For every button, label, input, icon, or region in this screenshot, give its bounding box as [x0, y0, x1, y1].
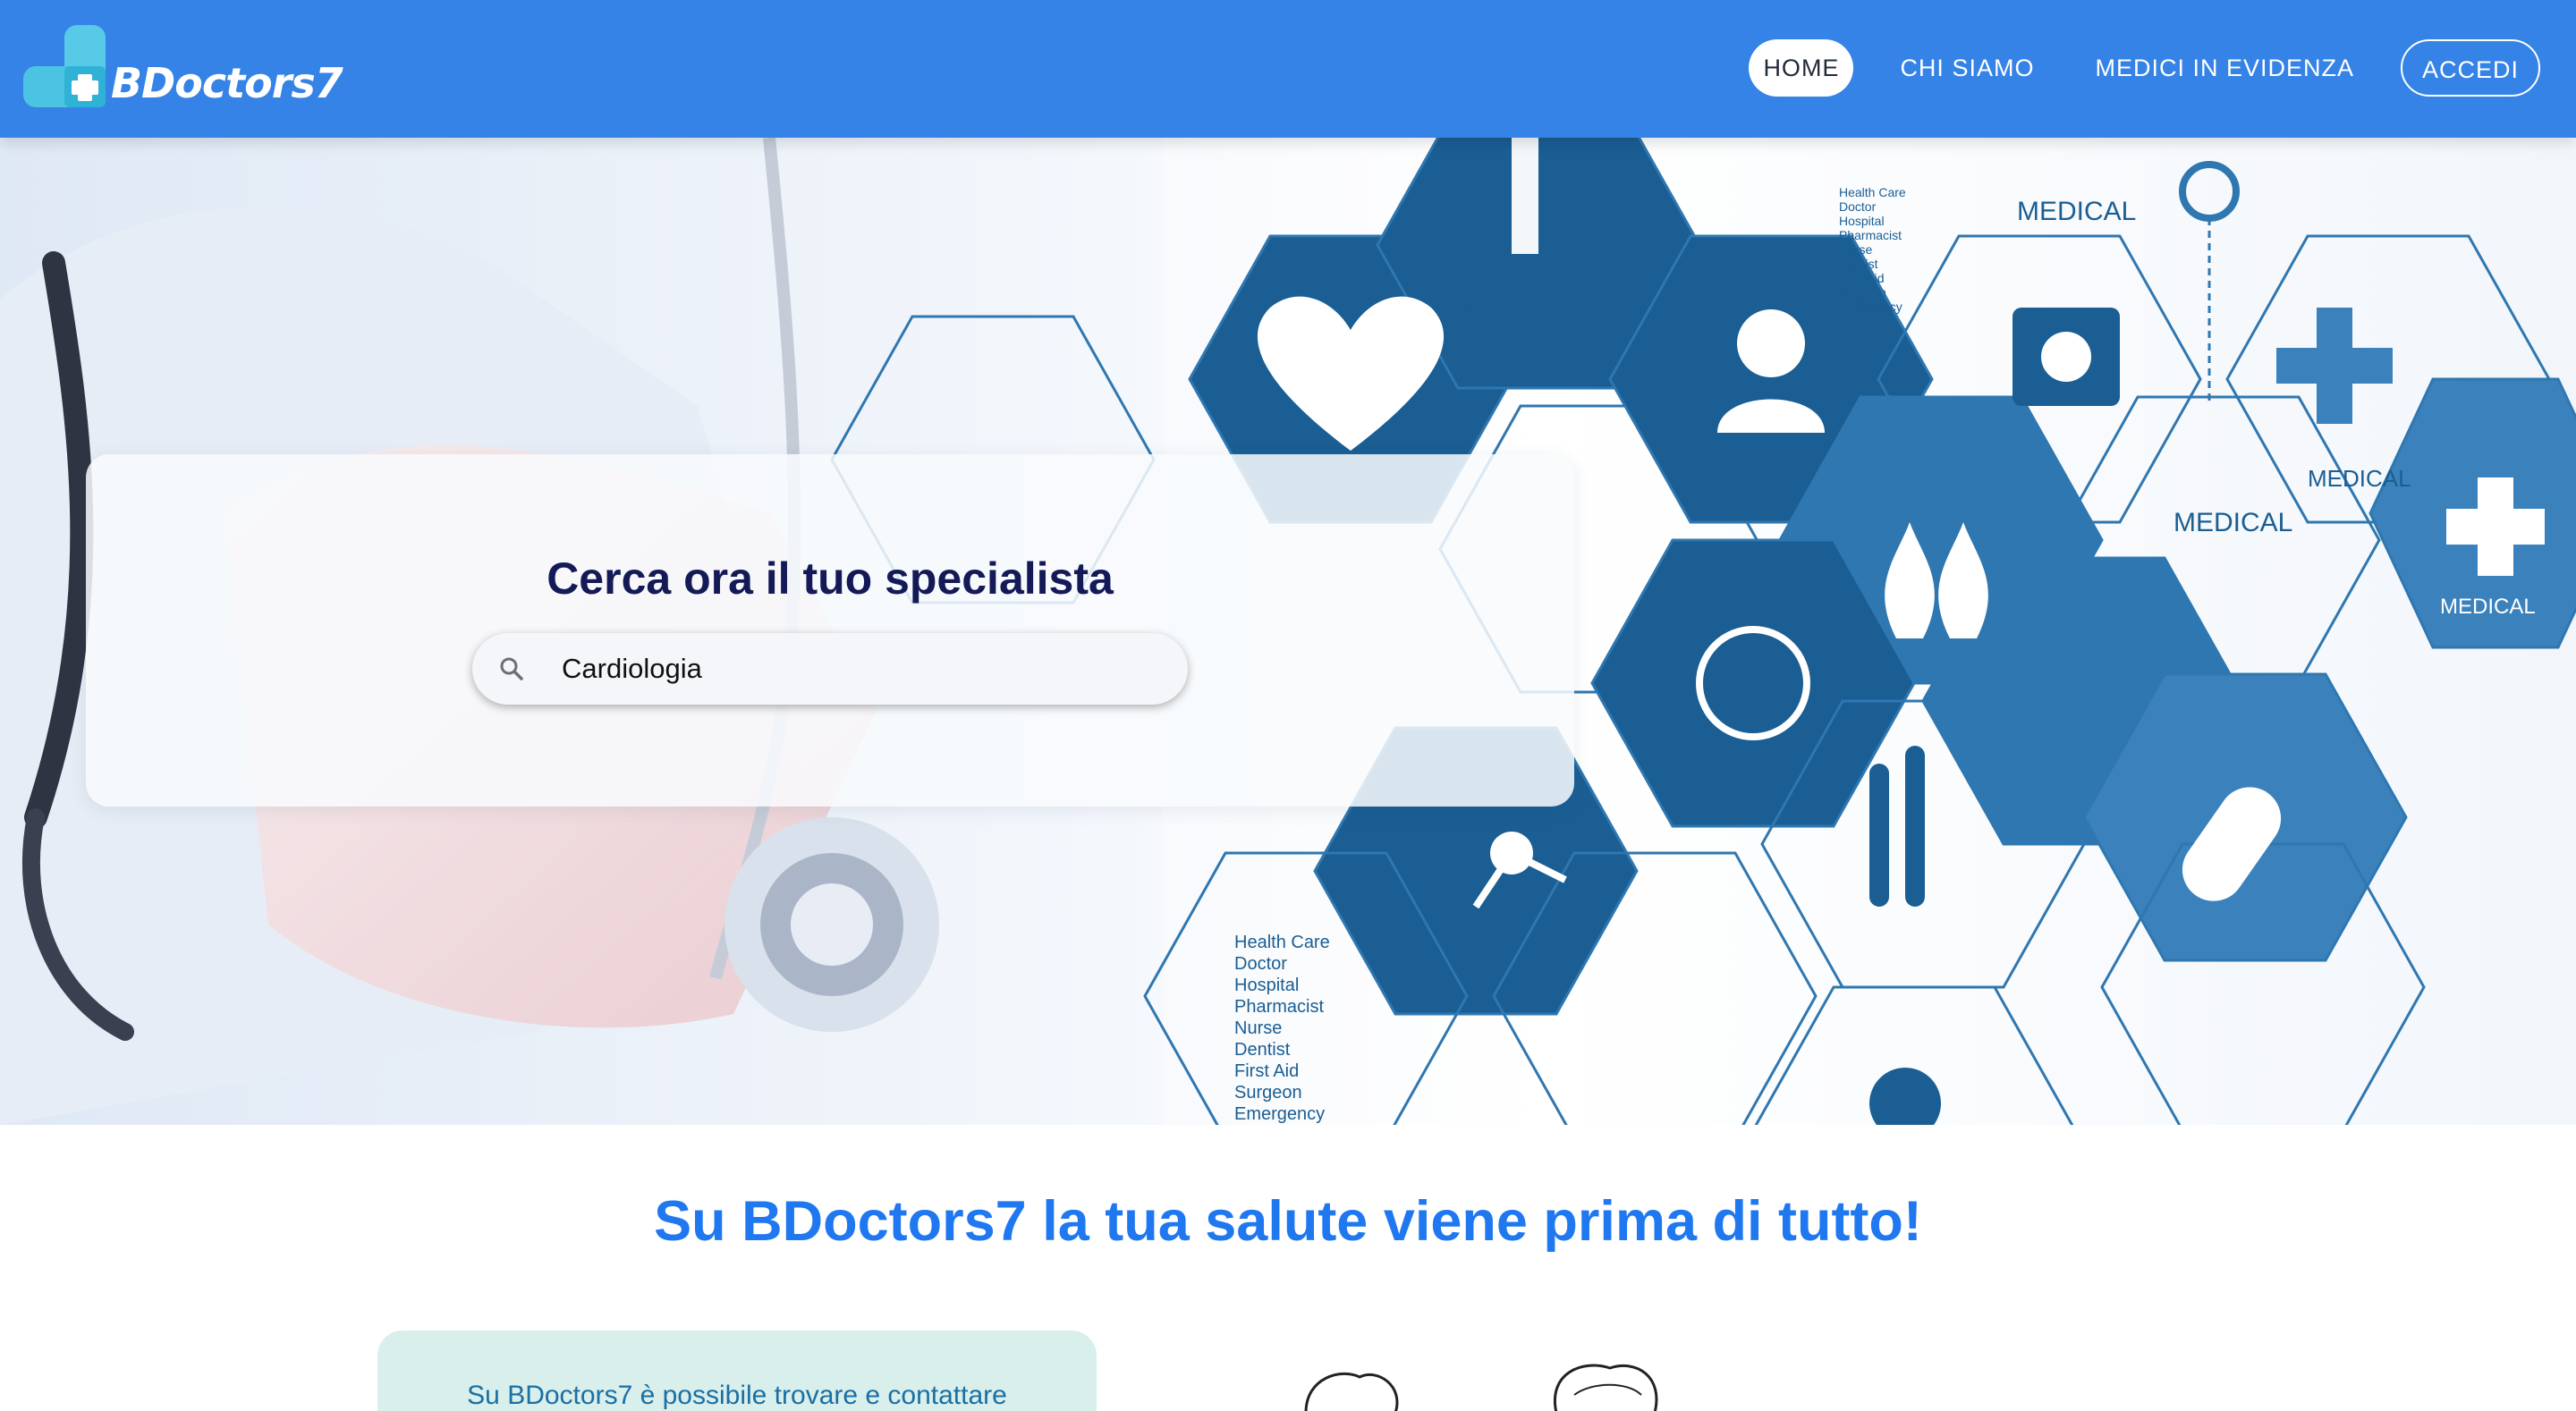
svg-text:Nurse: Nurse: [1839, 242, 1873, 257]
svg-text:Doctor: Doctor: [1234, 954, 1287, 974]
tagline-heading: Su BDoctors7 la tua salute viene prima d…: [654, 1190, 1922, 1253]
svg-text:Dentist: Dentist: [1234, 1040, 1291, 1060]
nav-accedi-button[interactable]: ACCEDI: [2400, 39, 2540, 97]
nav-medici-in-evidenza[interactable]: MEDICI IN EVIDENZA: [2080, 39, 2368, 97]
svg-text:Pharmacist: Pharmacist: [1839, 228, 1902, 242]
main-nav: HOME CHI SIAMO MEDICI IN EVIDENZA ACCEDI: [1716, 39, 2540, 97]
svg-text:Emergency: Emergency: [1234, 1104, 1325, 1124]
hex-label-medical-2: MEDICAL: [2017, 197, 2136, 226]
svg-text:Doctor: Doctor: [1839, 199, 1877, 214]
search-title: Cerca ora il tuo specialista: [547, 553, 1114, 604]
search-icon: [500, 657, 523, 680]
svg-text:Dentist: Dentist: [1839, 257, 1878, 271]
brand-logo-icon: [23, 25, 109, 109]
svg-text:Emergency: Emergency: [1839, 300, 1902, 314]
nav-home[interactable]: HOME: [1749, 39, 1854, 97]
hex-label-medical-1: MEDICAL: [1449, 297, 1584, 331]
top-navbar: BDoctors7 HOME CHI SIAMO MEDICI IN EVIDE…: [0, 0, 2576, 138]
svg-text:Health Care: Health Care: [1839, 185, 1906, 199]
svg-text:Nurse: Nurse: [1234, 1018, 1282, 1038]
svg-text:Pharmacist: Pharmacist: [1234, 997, 1324, 1017]
nav-chi-siamo[interactable]: CHI SIAMO: [1885, 39, 2048, 97]
info-text: Su BDoctors7 è possibile trovare e conta…: [467, 1381, 1007, 1410]
doctors-illustration-image: [1304, 1364, 1658, 1411]
svg-text:Health Care: Health Care: [1234, 933, 1330, 952]
hex-label-medical-3: MEDICAL: [2174, 508, 2292, 537]
hex-list-text: Health Care Doctor Hospital Pharmacist N…: [1234, 933, 1330, 1124]
svg-text:Surgeon: Surgeon: [1839, 285, 1886, 300]
svg-text:Hospital: Hospital: [1234, 976, 1299, 995]
svg-text:Hospital: Hospital: [1839, 214, 1885, 228]
svg-text:First Aid: First Aid: [1234, 1061, 1299, 1081]
info-card: Su BDoctors7 è possibile trovare e conta…: [377, 1331, 1097, 1411]
hex-label-medical-5: MEDICAL: [2440, 595, 2536, 619]
search-box[interactable]: [472, 633, 1188, 705]
svg-text:Surgeon: Surgeon: [1234, 1083, 1302, 1103]
search-card: Cerca ora il tuo specialista: [86, 454, 1574, 807]
brand-name: BDoctors7: [111, 59, 343, 107]
brand[interactable]: BDoctors7: [23, 20, 343, 109]
hex-label-medical-4: MEDICAL: [2308, 465, 2411, 492]
hero-section: MEDICAL MEDICAL MEDICAL MEDICAL MEDICAL …: [0, 138, 2576, 1125]
svg-text:First Aid: First Aid: [1839, 271, 1885, 285]
specialist-search-input[interactable]: [562, 633, 1152, 705]
hex-list-text-small: Health Care Doctor Hospital Pharmacist N…: [1839, 185, 1906, 314]
